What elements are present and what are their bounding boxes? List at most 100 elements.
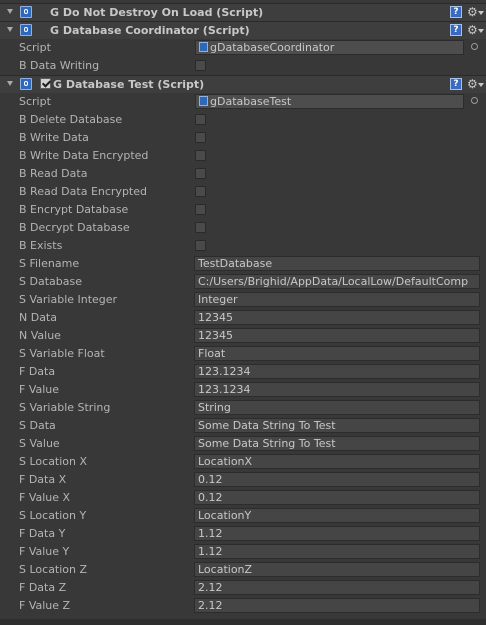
help-icon[interactable]: ? [450, 6, 462, 18]
property-row: S Variable String String [0, 399, 486, 417]
property-label: N Data [19, 311, 57, 324]
property-row: B Exists [0, 237, 486, 255]
property-row: F Value Y 1.12 [0, 543, 486, 561]
bool-checkbox[interactable] [195, 222, 206, 233]
text-field[interactable]: TestDatabase [194, 256, 480, 271]
text-field[interactable]: 12345 [194, 310, 480, 325]
bool-checkbox[interactable] [195, 150, 206, 161]
bool-checkbox[interactable] [195, 60, 206, 71]
property-row: S Filename TestDatabase [0, 255, 486, 273]
property-row: S Location X LocationX [0, 453, 486, 471]
property-label: B Encrypt Database [19, 203, 129, 216]
property-row: F Value X 0.12 [0, 489, 486, 507]
text-field[interactable]: 123.1234 [194, 364, 480, 379]
property-row: B Write Data Encrypted [0, 147, 486, 165]
text-field[interactable]: 123.1234 [194, 382, 480, 397]
property-label: B Read Data Encrypted [19, 185, 147, 198]
property-label: S Data [19, 419, 56, 432]
script-name: gDatabaseCoordinator [210, 41, 335, 54]
property-label: S Location Z [19, 563, 88, 576]
foldout-arrow-icon[interactable] [7, 9, 13, 14]
text-field[interactable]: Some Data String To Test [194, 418, 480, 433]
text-field[interactable]: LocationY [194, 508, 480, 523]
script-object-field[interactable]: gDatabaseCoordinator [195, 40, 464, 55]
bool-checkbox[interactable] [195, 114, 206, 125]
text-field[interactable]: String [194, 400, 480, 415]
text-field[interactable]: LocationZ [194, 562, 480, 577]
component-header[interactable]: G Database Coordinator (Script)? ⚙ [0, 21, 486, 39]
text-field[interactable]: 2.12 [194, 598, 480, 613]
bool-checkbox[interactable] [195, 186, 206, 197]
help-icon[interactable]: ? [450, 24, 462, 36]
component-enabled-checkbox[interactable] [40, 78, 51, 89]
text-field[interactable]: 12345 [194, 328, 480, 343]
text-field[interactable]: 1.12 [194, 544, 480, 559]
property-label: S Value [19, 437, 60, 450]
bool-checkbox[interactable] [195, 132, 206, 143]
property-row: F Data Y 1.12 [0, 525, 486, 543]
object-picker-icon[interactable] [471, 97, 478, 104]
property-row: B Data Writing [0, 57, 486, 75]
property-label: F Value X [19, 491, 71, 504]
property-label: S Location Y [19, 509, 87, 522]
property-label: B Exists [19, 239, 63, 252]
property-label: B Data Writing [19, 59, 100, 72]
property-label: B Write Data Encrypted [19, 149, 149, 162]
property-label: B Decrypt Database [19, 221, 130, 234]
property-label: F Value [19, 383, 60, 396]
text-field[interactable]: Some Data String To Test [194, 436, 480, 451]
property-row: B Decrypt Database [0, 219, 486, 237]
bool-checkbox[interactable] [195, 168, 206, 179]
component-title: G Do Not Destroy On Load (Script) [50, 6, 264, 19]
chevron-down-icon[interactable] [478, 11, 484, 15]
text-field[interactable]: 2.12 [194, 580, 480, 595]
script-name: gDatabaseTest [210, 95, 292, 108]
gear-icon[interactable]: ⚙ [467, 5, 478, 19]
property-label: B Write Data [19, 131, 89, 144]
component-header[interactable]: G Database Test (Script)? ⚙ [0, 75, 486, 93]
property-label: N Value [19, 329, 61, 342]
property-label: F Data Y [19, 527, 66, 540]
property-row: B Encrypt Database [0, 201, 486, 219]
gear-icon[interactable]: ⚙ [467, 23, 478, 37]
bool-checkbox[interactable] [195, 204, 206, 215]
property-row: S Location Z LocationZ [0, 561, 486, 579]
property-row: B Write Data [0, 129, 486, 147]
property-label: B Delete Database [19, 113, 123, 126]
inspector-bottom-edge [0, 619, 486, 625]
property-row: S Variable Integer Integer [0, 291, 486, 309]
component-title: G Database Test (Script) [53, 78, 205, 91]
component-header[interactable]: G Do Not Destroy On Load (Script)? ⚙ [0, 3, 486, 21]
script-object-field[interactable]: gDatabaseTest [195, 94, 464, 109]
csharp-script-icon [199, 96, 208, 106]
bool-checkbox[interactable] [195, 240, 206, 251]
text-field[interactable]: 0.12 [194, 472, 480, 487]
property-row: S Location Y LocationY [0, 507, 486, 525]
text-field[interactable]: C:/Users/Brighid/AppData/LocalLow/Defaul… [194, 274, 480, 289]
chevron-down-icon[interactable] [478, 29, 484, 33]
script-reference-row: Script gDatabaseCoordinator [0, 39, 486, 57]
text-field[interactable]: 0.12 [194, 490, 480, 505]
text-field[interactable]: Float [194, 346, 480, 361]
chevron-down-icon[interactable] [478, 83, 484, 87]
foldout-arrow-icon[interactable] [7, 27, 13, 32]
csharp-script-icon [20, 6, 32, 18]
property-label: F Data Z [19, 581, 67, 594]
property-label: F Value Y [19, 545, 70, 558]
csharp-script-icon [20, 78, 32, 90]
property-label: S Database [19, 275, 82, 288]
property-row: B Delete Database [0, 111, 486, 129]
object-picker-icon[interactable] [471, 43, 478, 50]
foldout-arrow-icon[interactable] [7, 81, 13, 86]
property-label: S Variable Float [19, 347, 105, 360]
gear-icon[interactable]: ⚙ [467, 77, 478, 91]
property-label: S Location X [19, 455, 88, 468]
property-row: B Read Data Encrypted [0, 183, 486, 201]
property-row: F Data X 0.12 [0, 471, 486, 489]
text-field[interactable]: Integer [194, 292, 480, 307]
text-field[interactable]: LocationX [194, 454, 480, 469]
text-field[interactable]: 1.12 [194, 526, 480, 541]
property-row: N Data 12345 [0, 309, 486, 327]
help-icon[interactable]: ? [450, 78, 462, 90]
property-row: S Variable Float Float [0, 345, 486, 363]
